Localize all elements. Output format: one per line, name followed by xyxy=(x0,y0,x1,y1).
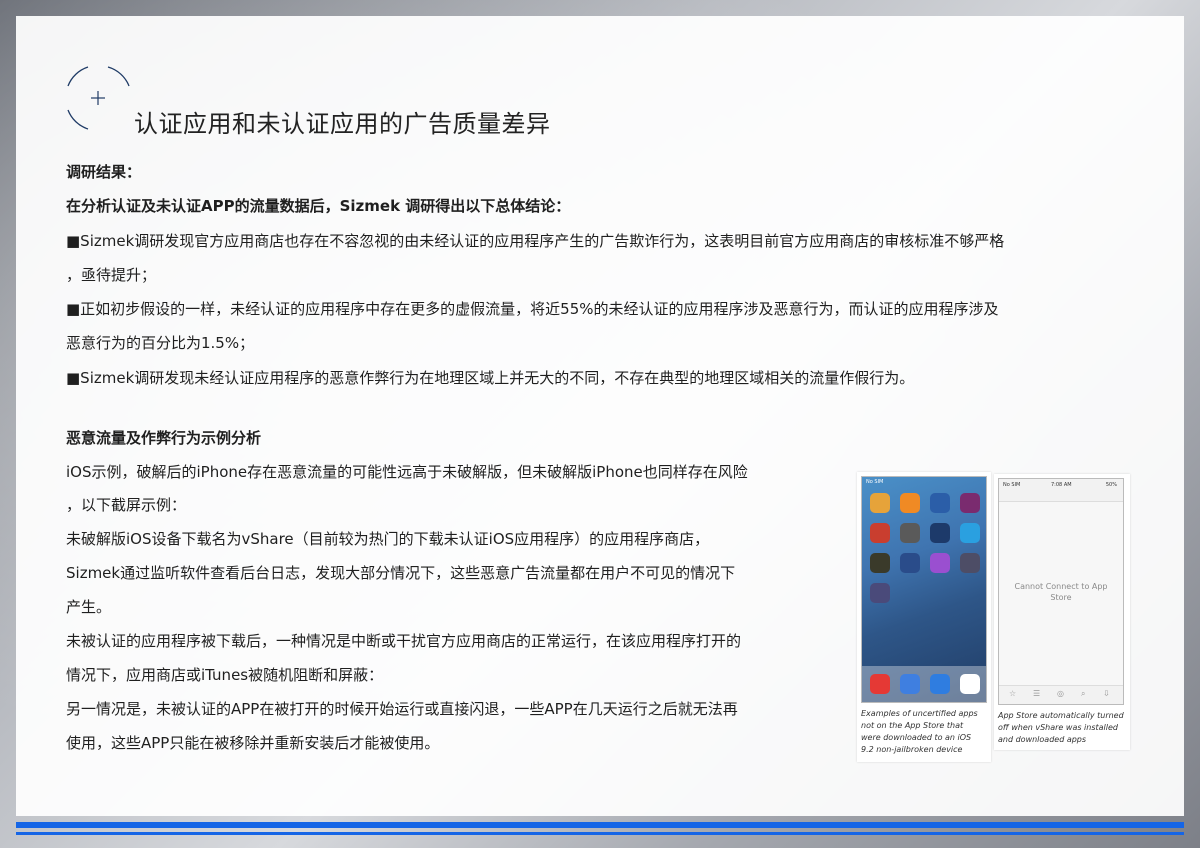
app-icon xyxy=(960,553,980,573)
finding-line: ■Sizmek调研发现未经认证应用程序的恶意作弊行为在地理区域上并无大的不同，不… xyxy=(66,369,915,387)
section1-intro: 在分析认证及未认证APP的流量数据后，Sizmek 调研得出以下总体结论： xyxy=(66,197,571,215)
decorative-circle-plus-icon xyxy=(67,66,130,130)
nav-bar xyxy=(999,491,1123,502)
error-message: Cannot Connect to App Store xyxy=(1014,582,1108,602)
finding-line: 恶意行为的百分比为1.5%； xyxy=(66,334,255,352)
top-charts-tab-icon: ☰ xyxy=(1033,689,1041,698)
app-icon xyxy=(900,523,920,543)
analysis-line: 未被认证的应用程序被下载后，一种情况是中断或干扰官方应用商店的正常运行，在该应用… xyxy=(66,632,742,650)
mail-app-icon xyxy=(930,674,950,694)
screenshot-home-screen: No SIM Examples of uncertified apps not … xyxy=(857,472,991,762)
app-icon xyxy=(930,493,950,513)
analysis-line: 使用，这些APP只能在被移除并重新安装后才能被使用。 xyxy=(66,734,440,752)
app-icon xyxy=(870,553,890,573)
tab-bar: ☆ ☰ ◎ ⌕ ⇩ xyxy=(999,685,1123,704)
finding-line: ■Sizmek调研发现官方应用商店也存在不容忽视的由未经认证的应用程序产生的广告… xyxy=(66,232,1005,250)
explore-tab-icon: ◎ xyxy=(1057,689,1064,698)
analysis-line: 情况下，应用商店或iTunes被随机阻断和屏蔽： xyxy=(66,666,384,684)
analysis-line: 另一情况是，未被认证的APP在被打开的时候开始运行或直接闪退，一些APP在几天运… xyxy=(66,700,738,718)
phone-app-icon xyxy=(870,674,890,694)
screenshot-caption: Examples of uncertified apps not on the … xyxy=(861,709,978,754)
bottom-accent-line xyxy=(16,832,1184,835)
analysis-line: 未破解版iOS设备下载名为vShare（目前较为热门的下载未认证iOS应用程序）… xyxy=(66,530,710,548)
app-icon xyxy=(960,493,980,513)
app-icon xyxy=(870,523,890,543)
app-icon xyxy=(900,493,920,513)
bottom-accent-bar xyxy=(16,822,1184,828)
music-app-icon xyxy=(960,674,980,694)
analysis-line: ，以下截屏示例： xyxy=(66,496,187,514)
status-bar: No SIM 7:08 AM 50% xyxy=(999,479,1123,491)
app-icon xyxy=(870,583,890,603)
featured-tab-icon: ☆ xyxy=(1009,689,1017,698)
page-title: 认证应用和未认证应用的广告质量差异 xyxy=(134,110,551,138)
app-icon xyxy=(930,523,950,543)
app-icon xyxy=(960,523,980,543)
app-icon xyxy=(900,553,920,573)
ios-home-screen: No SIM xyxy=(861,476,987,703)
screenshot-caption: App Store automatically turned off when … xyxy=(998,711,1124,744)
finding-line: ■正如初步假设的一样，未经认证的应用程序中存在更多的虚假流量，将近55%的未经认… xyxy=(66,300,999,318)
analysis-line: iOS示例，破解后的iPhone存在恶意流量的可能性远高于未破解版，但未破解版i… xyxy=(66,463,748,481)
analysis-line: Sizmek通过监听软件查看后台日志，发现大部分情况下，这些恶意广告流量都在用户… xyxy=(66,564,736,582)
app-store-screen: No SIM 7:08 AM 50% Cannot Connect to App… xyxy=(998,478,1124,705)
search-tab-icon: ⌕ xyxy=(1081,689,1086,698)
app-icon xyxy=(870,493,890,513)
app-icon xyxy=(930,553,950,573)
status-bar: No SIM xyxy=(866,479,884,485)
section1-heading: 调研结果： xyxy=(66,163,142,181)
updates-tab-icon: ⇩ xyxy=(1103,689,1110,698)
screenshot-app-store-error: No SIM 7:08 AM 50% Cannot Connect to App… xyxy=(994,474,1130,750)
analysis-line: 产生。 xyxy=(66,598,112,616)
dock xyxy=(862,666,986,702)
safari-app-icon xyxy=(900,674,920,694)
finding-line: ，亟待提升； xyxy=(66,266,157,284)
section2-heading: 恶意流量及作弊行为示例分析 xyxy=(66,429,262,447)
